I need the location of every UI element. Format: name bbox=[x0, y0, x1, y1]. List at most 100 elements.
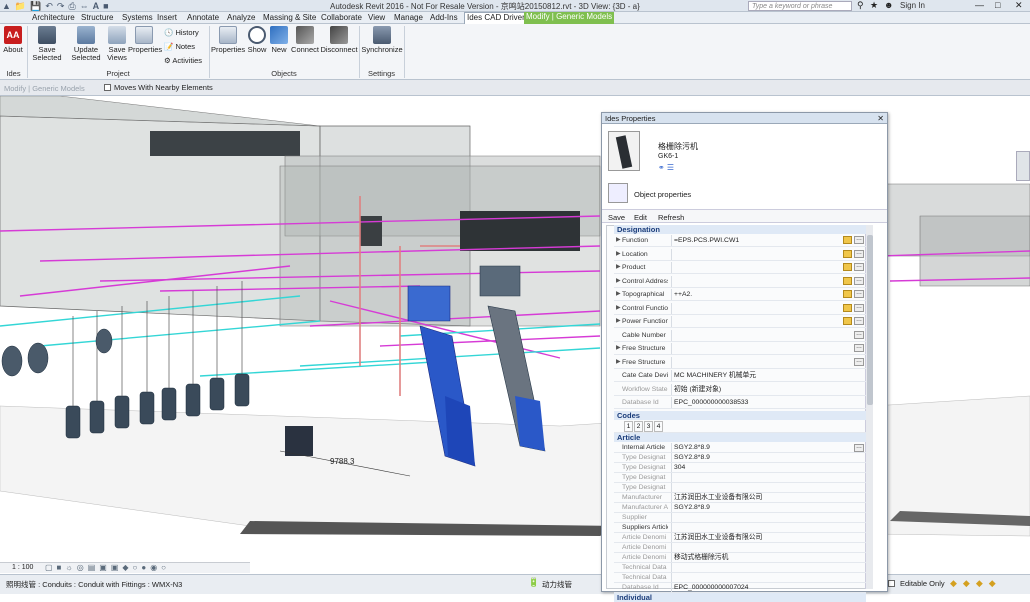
close-icon[interactable]: ✕ bbox=[1015, 0, 1023, 11]
property-row[interactable]: ▶ Topographical ++A2.… bbox=[614, 289, 866, 301]
show-button[interactable]: Show bbox=[246, 26, 268, 54]
activities-button[interactable]: ⚙ Activities bbox=[164, 56, 202, 66]
property-value[interactable] bbox=[671, 356, 841, 368]
object-properties-button[interactable]: Properties bbox=[211, 26, 245, 54]
tab-systems[interactable]: Systems bbox=[120, 13, 155, 23]
property-row[interactable]: Supplier bbox=[614, 512, 866, 523]
property-row[interactable]: ▶ Power Function… bbox=[614, 316, 866, 328]
property-row[interactable]: Technical Data bbox=[614, 562, 866, 573]
property-value[interactable] bbox=[671, 316, 841, 327]
sign-in-link[interactable]: Sign In bbox=[900, 1, 925, 10]
search-icon[interactable]: ⚲ bbox=[857, 0, 864, 11]
property-row[interactable]: ▶ Function =EPS.PCS.PWI.CW1… bbox=[614, 235, 866, 247]
tab-annotate[interactable]: Annotate bbox=[185, 13, 221, 23]
undo-icon[interactable]: ↶ bbox=[45, 1, 53, 11]
property-row[interactable]: ▶ Product… bbox=[614, 262, 866, 274]
ellipsis-button[interactable]: … bbox=[854, 357, 864, 366]
property-row[interactable]: Type Designat 304 bbox=[614, 462, 866, 473]
property-value[interactable] bbox=[671, 482, 841, 492]
property-value[interactable]: 初始 (新建对象) bbox=[671, 383, 841, 395]
property-row[interactable]: ▶ Location… bbox=[614, 248, 866, 261]
property-value[interactable] bbox=[671, 302, 841, 314]
property-value[interactable] bbox=[671, 542, 841, 552]
link-icon[interactable]: ⚭ ☰ bbox=[658, 163, 674, 172]
connect-button[interactable]: Connect bbox=[290, 26, 320, 54]
tab-ides-cad-driver[interactable]: Ides CAD Driver bbox=[464, 12, 528, 24]
tab-massing-site[interactable]: Massing & Site bbox=[261, 13, 318, 23]
ellipsis-button[interactable]: … bbox=[854, 276, 864, 285]
tab-view[interactable]: View bbox=[366, 13, 387, 23]
property-value[interactable]: SGY2.8*8.9 bbox=[671, 502, 841, 512]
viewcube-icon[interactable] bbox=[1016, 151, 1030, 181]
about-button[interactable]: AA About bbox=[2, 26, 24, 54]
property-row[interactable]: Type Designat bbox=[614, 482, 866, 493]
ellipsis-button[interactable]: … bbox=[854, 236, 864, 244]
property-value[interactable] bbox=[671, 275, 841, 287]
folder-icon[interactable] bbox=[843, 290, 852, 298]
property-value[interactable] bbox=[671, 572, 841, 582]
property-value[interactable]: 移动式格栅除污机 bbox=[671, 552, 841, 562]
property-row[interactable]: ▶ Free Structure… bbox=[614, 356, 866, 369]
property-row[interactable]: Cable Number… bbox=[614, 329, 866, 342]
property-row[interactable]: Article Denomi 江苏润田水工业设备有限公司 bbox=[614, 532, 866, 543]
ellipsis-button[interactable]: … bbox=[854, 317, 864, 325]
3d-view-icon[interactable]: ■ bbox=[103, 1, 108, 11]
synchronize-button[interactable]: Synchronize bbox=[361, 26, 403, 54]
property-value[interactable]: MC MACHINERY 机械单元 bbox=[671, 370, 841, 381]
expand-icon[interactable]: ▶ bbox=[616, 316, 621, 327]
property-value[interactable]: 304 bbox=[671, 462, 841, 472]
maximize-icon[interactable]: □ bbox=[995, 0, 1000, 10]
property-value[interactable] bbox=[671, 329, 841, 341]
ellipsis-button[interactable]: … bbox=[854, 330, 864, 339]
property-value[interactable]: 江苏润田水工业设备有限公司 bbox=[671, 532, 841, 542]
property-value[interactable] bbox=[671, 562, 841, 572]
property-row[interactable]: Article Denomi 移动式格栅除污机 bbox=[614, 552, 866, 563]
codes-tab[interactable]: 3 bbox=[644, 420, 653, 432]
property-row[interactable]: Internal Article SGY2.8*8.9… bbox=[614, 442, 866, 453]
ellipsis-button[interactable]: … bbox=[854, 344, 864, 352]
tab-insert[interactable]: Insert bbox=[155, 13, 179, 23]
folder-icon[interactable] bbox=[843, 236, 852, 244]
expand-icon[interactable]: ▶ bbox=[616, 262, 621, 273]
tab-architecture[interactable]: Architecture bbox=[30, 13, 77, 23]
property-value[interactable] bbox=[671, 248, 841, 260]
property-row[interactable]: Cate Cate Devi MC MACHINERY 机械单元 bbox=[614, 370, 866, 382]
ellipsis-button[interactable]: … bbox=[854, 263, 864, 271]
property-row[interactable]: Technical Data bbox=[614, 572, 866, 583]
selection-filter-icons[interactable]: ◆◆◆◆ bbox=[950, 578, 1002, 589]
property-value[interactable] bbox=[671, 472, 841, 482]
property-row[interactable]: Database Id EPC_000000000038533 bbox=[614, 397, 866, 409]
property-value[interactable] bbox=[671, 522, 841, 532]
ellipsis-button[interactable]: … bbox=[854, 290, 864, 298]
view-control-icons[interactable]: ▢■☼◎▤▣▣◆○●◉○ bbox=[45, 563, 170, 572]
property-value[interactable]: 江苏润田水工业设备有限公司 bbox=[671, 492, 841, 502]
folder-icon[interactable] bbox=[843, 317, 852, 325]
property-value[interactable]: =EPS.PCS.PWI.CW1 bbox=[671, 235, 841, 246]
expand-icon[interactable]: ▶ bbox=[616, 343, 621, 354]
category-codes[interactable]: Codes bbox=[614, 410, 866, 420]
view-scale[interactable]: 1 : 100 bbox=[12, 564, 33, 571]
property-value[interactable] bbox=[671, 262, 841, 273]
refresh-button[interactable]: Refresh bbox=[658, 213, 684, 222]
object-properties-icon[interactable] bbox=[608, 183, 628, 203]
property-grid-scrollbar[interactable] bbox=[865, 225, 873, 589]
update-selected-button[interactable]: Update Selected bbox=[69, 26, 103, 62]
tab-collaborate[interactable]: Collaborate bbox=[319, 13, 364, 23]
communication-icon[interactable]: ★ bbox=[870, 0, 878, 11]
codes-tab[interactable]: 4 bbox=[654, 420, 663, 432]
disconnect-button[interactable]: Disconnect bbox=[320, 26, 358, 54]
save-views-button[interactable]: Save Views bbox=[104, 26, 130, 62]
property-row[interactable]: Type Designat SGY2.8*8.9 bbox=[614, 452, 866, 463]
property-row[interactable]: Type Designat bbox=[614, 472, 866, 483]
save-selected-button[interactable]: Save Selected bbox=[31, 26, 63, 62]
history-button[interactable]: 🕓 History bbox=[164, 28, 199, 38]
category-article[interactable]: Article bbox=[614, 432, 866, 442]
property-value[interactable] bbox=[671, 512, 841, 522]
open-icon[interactable]: 📁 bbox=[15, 1, 26, 11]
property-value[interactable]: SGY2.8*8.9 bbox=[671, 452, 841, 462]
dimension-label[interactable]: 9788.3 bbox=[330, 457, 355, 466]
property-row[interactable]: Workflow State 初始 (新建对象) bbox=[614, 383, 866, 396]
properties-button[interactable]: Properties bbox=[128, 26, 162, 54]
new-button[interactable]: New bbox=[268, 26, 290, 54]
ellipsis-button[interactable]: … bbox=[854, 249, 864, 258]
